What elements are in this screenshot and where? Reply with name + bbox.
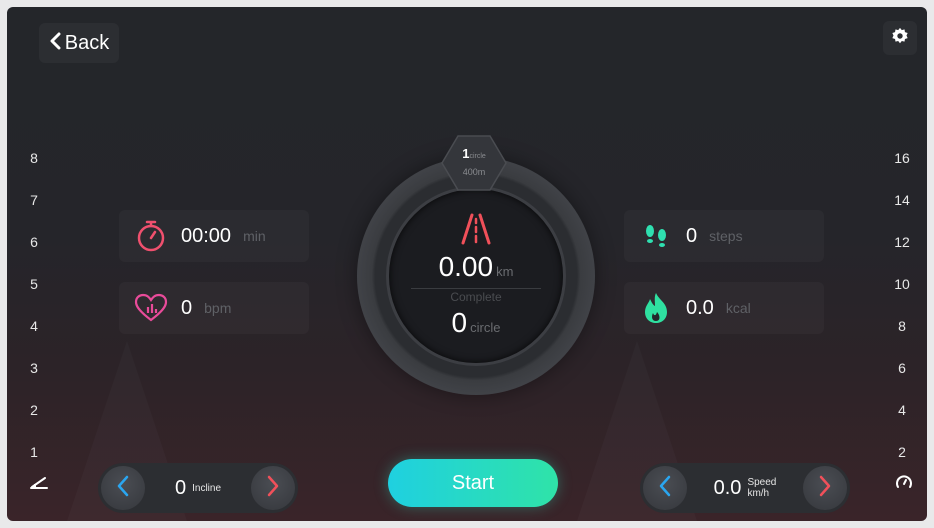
heart-rate-icon <box>131 288 171 328</box>
speed-scale-tick[interactable]: 4 <box>898 389 906 431</box>
incline-scale-tick[interactable]: 2 <box>30 389 38 431</box>
speed-label: Speed km/h <box>747 477 776 499</box>
circle-value: 0 <box>451 307 468 338</box>
footprints-icon <box>636 216 676 256</box>
incline-value: 0 <box>174 476 187 499</box>
distance-value: 0.00 <box>438 251 494 282</box>
heart-rate-stat: 0 bpm <box>119 282 309 334</box>
speed-scale-tick[interactable]: 8 <box>898 305 906 347</box>
treadmill-screen: Back 8 7 6 5 4 3 2 1 16 14 12 10 8 6 4 2 <box>7 7 927 521</box>
circle-unit: circle <box>470 320 501 335</box>
speedometer-icon <box>895 474 913 495</box>
incline-increase-button[interactable] <box>251 466 295 510</box>
distance-readout: 0.00 km <box>389 251 563 283</box>
speed-label-line1: Speed <box>747 477 777 488</box>
divider <box>411 288 541 289</box>
incline-scale-tick[interactable]: 8 <box>30 137 38 179</box>
speed-increase-button[interactable] <box>802 466 847 510</box>
ring-center: 0.00 km Complete 0 circle <box>389 189 563 363</box>
incline-scale-tick[interactable]: 4 <box>30 305 38 347</box>
chevron-right-icon <box>266 475 280 502</box>
distance-unit: km <box>496 264 514 279</box>
calories-unit: kcal <box>725 300 751 316</box>
incline-scale-tick[interactable]: 3 <box>30 347 38 389</box>
settings-button[interactable] <box>883 21 917 55</box>
complete-label: Complete <box>450 290 502 304</box>
speed-decrease-button[interactable] <box>643 466 687 510</box>
speed-scale-tick[interactable]: 10 <box>894 263 910 305</box>
speed-scale-tick[interactable]: 16 <box>894 137 910 179</box>
lap-unit: circle <box>469 153 486 160</box>
lap-length: 400m <box>462 167 486 177</box>
circle-readout: 0 circle <box>389 307 563 339</box>
speed-label-line2: km/h <box>747 488 770 499</box>
steps-unit: steps <box>709 228 743 244</box>
chevron-left-icon <box>658 475 672 502</box>
speed-scale-tick[interactable]: 12 <box>894 221 910 263</box>
heart-rate-unit: bpm <box>204 300 232 316</box>
heart-rate-value: 0 <box>181 296 193 319</box>
start-button[interactable]: Start <box>388 459 558 507</box>
speed-scale-tick[interactable]: 6 <box>898 347 906 389</box>
road-icon <box>461 213 491 250</box>
speed-scale-tick[interactable]: 14 <box>894 179 910 221</box>
incline-scale-tick[interactable]: 5 <box>30 263 38 305</box>
speed-scale-tick[interactable]: 2 <box>898 431 906 473</box>
incline-decrease-button[interactable] <box>101 466 145 510</box>
gear-icon <box>891 27 909 50</box>
calories-value: 0.0 <box>686 296 714 319</box>
stopwatch-icon <box>131 216 171 256</box>
back-button[interactable]: Back <box>39 23 119 63</box>
chevron-left-icon <box>116 475 130 502</box>
progress-ring: 0.00 km Complete 0 circle <box>357 157 595 395</box>
start-label: Start <box>451 471 495 494</box>
time-unit: min <box>243 228 266 244</box>
incline-icon <box>29 474 49 495</box>
steps-stat: 0 steps <box>624 210 824 262</box>
speed-control: 0.0 Speed km/h <box>640 463 850 513</box>
incline-scale: 8 7 6 5 4 3 2 1 <box>19 137 49 473</box>
chevron-right-icon <box>818 475 832 502</box>
incline-scale-tick[interactable]: 1 <box>30 431 38 473</box>
lap-badge: 1circle 400m <box>440 134 508 192</box>
calories-stat: 0.0 kcal <box>624 282 824 334</box>
speed-scale: 16 14 12 10 8 6 4 2 <box>887 137 917 473</box>
steps-value: 0 <box>686 224 698 247</box>
time-value: 00:00 <box>181 224 232 247</box>
incline-scale-tick[interactable]: 7 <box>30 179 38 221</box>
time-stat: 00:00 min <box>119 210 309 262</box>
incline-label: Incline <box>192 482 222 494</box>
flame-icon <box>636 288 676 328</box>
incline-control: 0 Incline <box>98 463 298 513</box>
back-label: Back <box>64 31 110 54</box>
incline-scale-tick[interactable]: 6 <box>30 221 38 263</box>
chevron-left-icon <box>49 32 61 54</box>
speed-value: 0.0 <box>713 476 742 499</box>
